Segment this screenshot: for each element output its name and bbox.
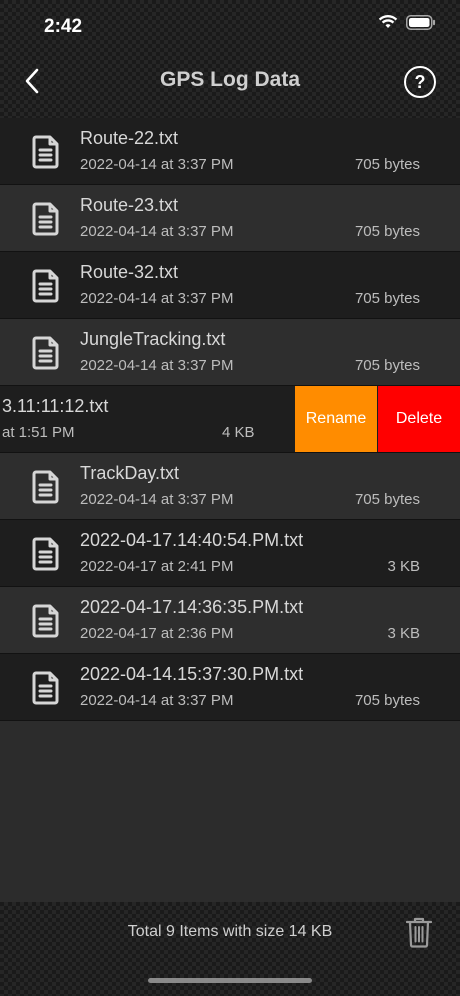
file-row[interactable]: Route-32.txt 2022-04-14 at 3:37 PM 705 b… — [0, 252, 460, 319]
file-name: 3.11:11:12.txt — [2, 396, 109, 416]
file-name: 2022-04-17.14:40:54.PM.txt — [80, 530, 304, 550]
file-name: Route-22.txt — [80, 128, 179, 148]
file-date: 2022-04-17 at 2:41 PM — [80, 558, 234, 575]
trash-button[interactable] — [405, 916, 433, 948]
file-size: 705 bytes — [354, 357, 420, 374]
document-icon — [32, 604, 59, 638]
status-icons — [378, 14, 436, 30]
page-title: GPS Log Data — [159, 68, 301, 91]
file-name: 2022-04-17.14:36:35.PM.txt — [80, 597, 304, 617]
file-date: 2022-04-17 at 2:36 PM — [80, 625, 234, 642]
home-indicator[interactable] — [148, 978, 312, 983]
file-row[interactable]: Route-22.txt 2022-04-14 at 3:37 PM 705 b… — [0, 118, 460, 185]
file-size: 705 bytes — [354, 692, 420, 709]
file-row[interactable]: TrackDay.txt 2022-04-14 at 3:37 PM 705 b… — [0, 453, 460, 520]
file-size: 705 bytes — [354, 156, 420, 173]
file-size: 3 KB — [387, 625, 420, 642]
file-date: 2022-04-14 at 3:37 PM — [80, 290, 234, 307]
document-icon — [32, 537, 59, 571]
trash-icon — [405, 917, 433, 948]
file-name: JungleTracking.txt — [80, 329, 226, 349]
file-date: 2022-04-14 at 3:37 PM — [80, 357, 234, 374]
file-date: at 1:51 PM — [2, 424, 75, 441]
file-size: 705 bytes — [354, 491, 420, 508]
document-icon — [32, 336, 59, 370]
file-size: 4 KB — [222, 424, 255, 441]
file-name: Route-32.txt — [80, 262, 179, 282]
file-row[interactable]: JungleTracking.txt 2022-04-14 at 3:37 PM… — [0, 319, 460, 386]
status-time: 2:42 — [44, 16, 83, 37]
file-row[interactable]: 2022-04-17.14:36:35.PM.txt 2022-04-17 at… — [0, 587, 460, 654]
document-icon — [32, 671, 59, 705]
file-date: 2022-04-14 at 3:37 PM — [80, 156, 234, 173]
wifi-icon — [378, 14, 398, 28]
footer-summary: Total 9 Items with size 14 KB — [127, 923, 333, 940]
file-date: 2022-04-14 at 3:37 PM — [80, 223, 234, 240]
document-icon — [32, 269, 59, 303]
file-name: 2022-04-14.15:37:30.PM.txt — [80, 664, 304, 684]
battery-icon — [406, 14, 435, 30]
file-name: Route-23.txt — [80, 195, 179, 215]
document-icon — [32, 135, 59, 169]
file-date: 2022-04-14 at 3:37 PM — [80, 491, 234, 508]
document-icon — [32, 470, 59, 504]
file-size: 705 bytes — [354, 290, 420, 307]
file-row[interactable]: 2022-04-17.14:40:54.PM.txt 2022-04-17 at… — [0, 520, 460, 587]
file-row[interactable]: 2022-04-14.15:37:30.PM.txt 2022-04-14 at… — [0, 654, 460, 721]
delete-button[interactable]: Delete — [378, 386, 460, 452]
file-date: 2022-04-14 at 3:37 PM — [80, 692, 234, 709]
rename-button[interactable]: Rename — [295, 386, 377, 452]
help-button[interactable]: ? — [404, 66, 436, 98]
file-row[interactable]: Route-23.txt 2022-04-14 at 3:37 PM 705 b… — [0, 185, 460, 252]
file-row-swiped[interactable]: 3.11:11:12.txt at 1:51 PM 4 KB Rename De… — [0, 386, 460, 453]
navigation-header: 2:42 GPS Log Data ? — [0, 0, 460, 118]
question-circle-icon: ? — [414, 72, 426, 92]
file-list: Route-22.txt 2022-04-14 at 3:37 PM 705 b… — [0, 118, 460, 721]
file-size: 3 KB — [387, 558, 420, 575]
file-size: 705 bytes — [354, 223, 420, 240]
document-icon — [32, 202, 59, 236]
file-name: TrackDay.txt — [80, 463, 180, 483]
